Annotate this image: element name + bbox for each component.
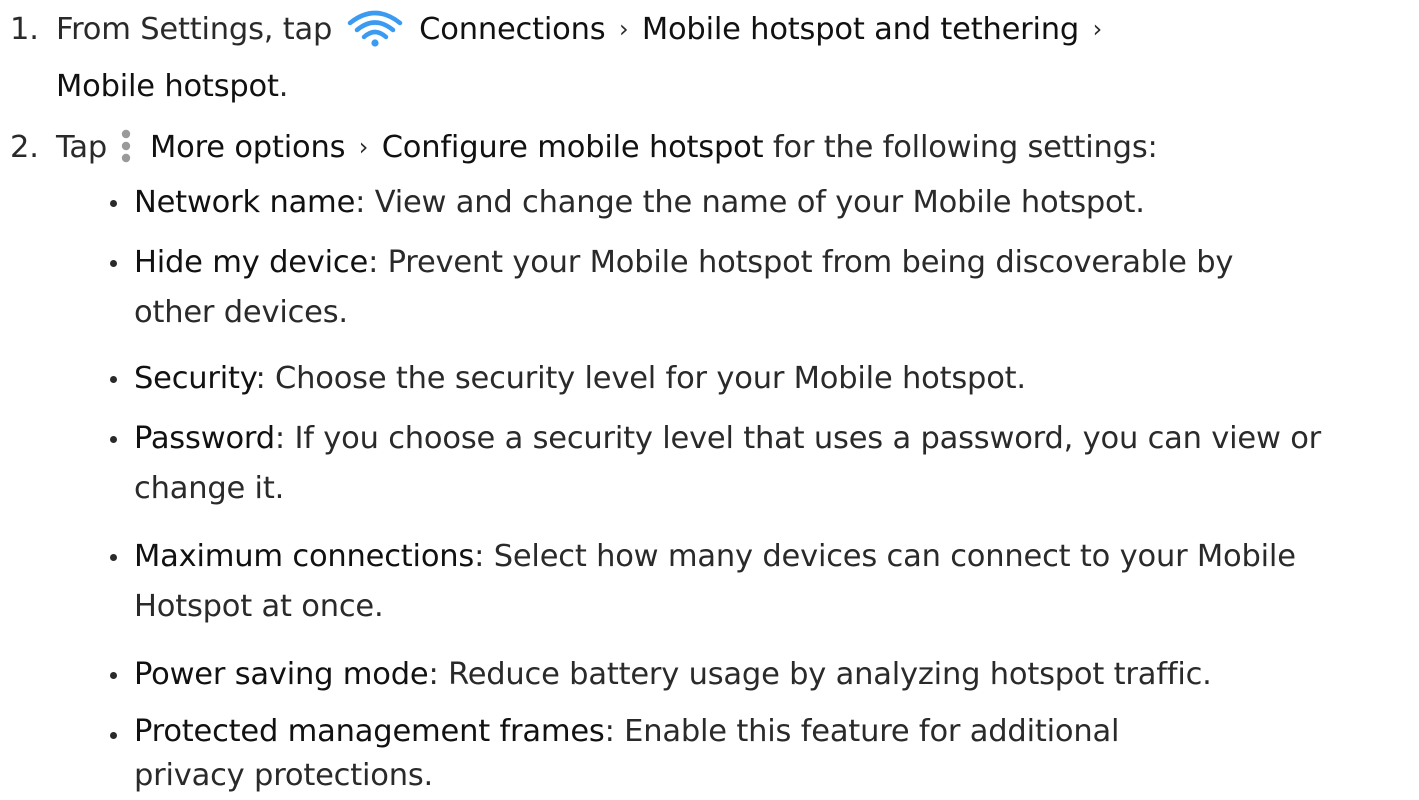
setting-description: : Choose the security level for your Mob… [255,361,1026,396]
wifi-icon [347,10,402,47]
bullet-dot [110,732,117,739]
bullet-dot [110,260,117,267]
bullet-dot [110,200,117,207]
step-2-suffix: for the following settings: [772,130,1158,165]
mobile-hotspot-and-tethering-link[interactable]: Mobile hotspot and tethering [642,12,1079,47]
setting-term: Protected management frames [134,714,605,749]
setting-description: : View and change the name of your Mobil… [355,185,1145,220]
bullet-dot [110,376,117,383]
bullet-dot [110,672,117,679]
setting-term: Network name [134,185,356,220]
connections-link[interactable]: Connections [419,12,605,47]
step-2-text: Tap More options › Configure mobile hots… [56,120,1158,177]
step-1-suffix: . [278,69,289,104]
chevron-right-icon: › [618,15,629,43]
bullet-dot [110,436,117,443]
setting-term: Hide my device [134,245,369,280]
setting-term: Security [134,361,256,396]
setting-term: Password [134,421,275,456]
step-2-prefix: Tap [56,130,108,165]
setting-term: Power saving mode [134,657,429,692]
setting-description: : Reduce battery usage by analyzing hots… [428,657,1212,692]
step-1-text: From Settings, tap Connections › Mobile … [56,2,1106,114]
more-options-link[interactable]: More options [150,130,345,165]
step-number: 2. [10,130,39,165]
chevron-right-icon: › [1092,15,1103,43]
mobile-hotspot-link[interactable]: Mobile hotspot [56,69,279,104]
bullet-dot [110,554,117,561]
setting-description: : If you choose a security level that us… [134,421,1321,506]
step-1-prefix: From Settings, tap [56,12,333,47]
instructions-page: 1. From Settings, tap Connections › Mobi… [0,0,1419,800]
configure-mobile-hotspot-link[interactable]: Configure mobile hotspot [382,130,764,165]
step-number: 1. [10,12,39,47]
setting-term: Maximum connections [134,539,475,574]
chevron-right-icon: › [358,133,369,161]
more-options-icon [121,129,130,162]
